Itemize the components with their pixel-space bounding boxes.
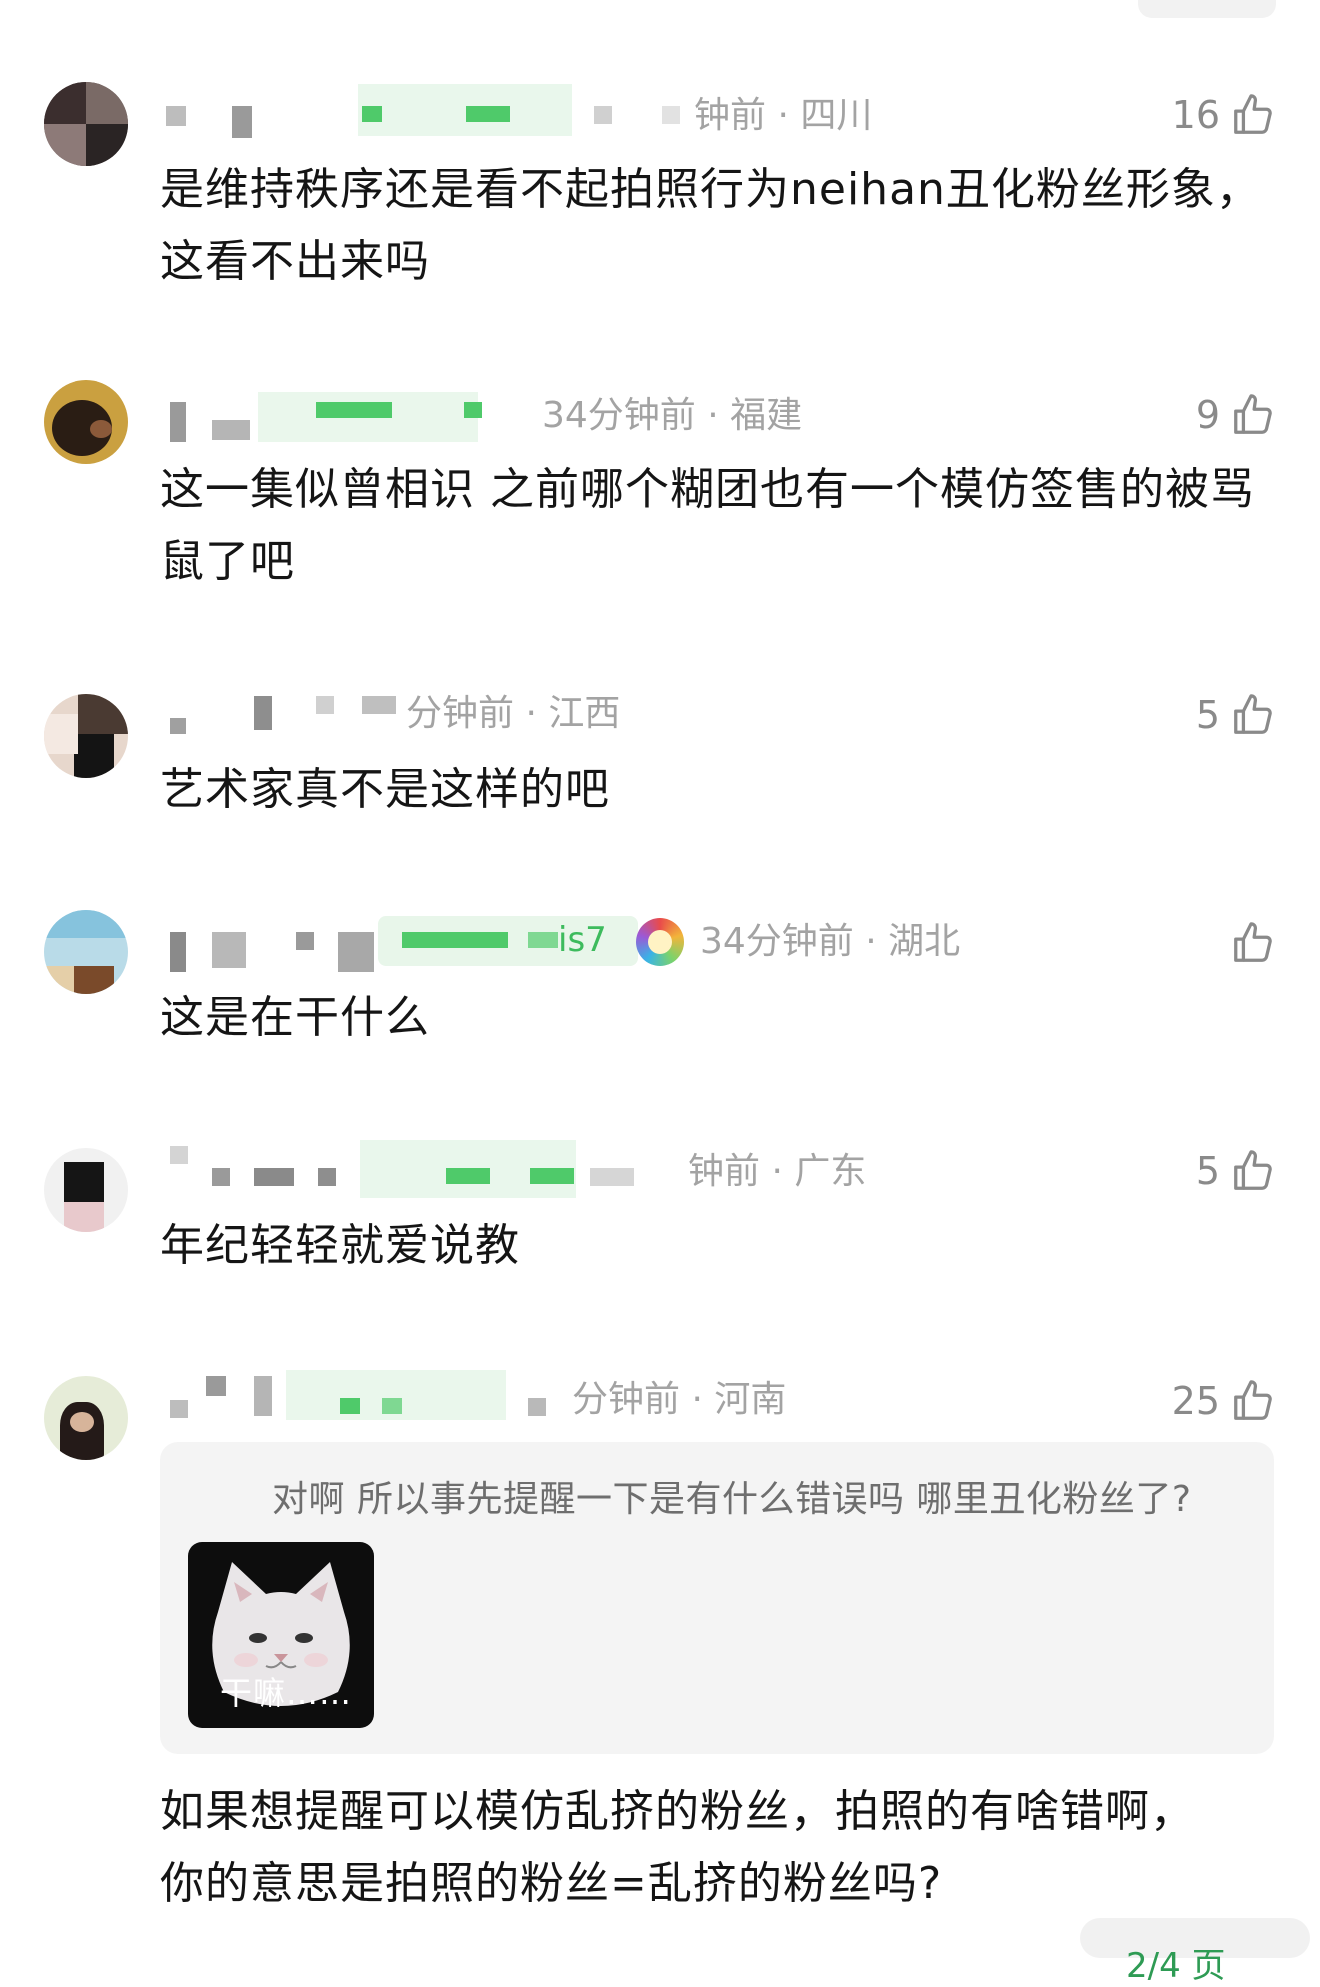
username-suffix: is7: [558, 920, 607, 960]
thumbs-up-icon: [1234, 922, 1272, 962]
like-button[interactable]: 5: [1196, 1146, 1276, 1196]
avatar[interactable]: [44, 1148, 128, 1232]
quoted-text: 对啊 所以事先提醒一下是有什么错误吗 哪里丑化粉丝了?: [272, 1479, 1192, 1520]
comment-text: 艺术家真不是这样的吧: [160, 764, 610, 815]
thumbs-up-icon: [1234, 94, 1272, 134]
username-pixelated[interactable]: is7: [166, 916, 638, 972]
comment-meta: 分钟前 · 江西: [406, 693, 621, 734]
comment-meta: 34分钟前 · 湖北: [700, 921, 961, 962]
like-button[interactable]: 9: [1196, 390, 1276, 440]
thumbs-up-icon: [1234, 394, 1272, 434]
cat-sticker-image[interactable]: 干嘛……: [188, 1542, 374, 1728]
comment-text: 这是在干什么: [160, 992, 430, 1043]
like-button[interactable]: 5: [1196, 690, 1276, 740]
comment-meta: 34分钟前 · 福建: [542, 395, 803, 436]
avatar[interactable]: [44, 910, 128, 994]
like-count: 16: [1171, 93, 1220, 137]
comment-text: 年纪轻轻就爱说教: [160, 1220, 520, 1271]
avatar[interactable]: [44, 380, 128, 464]
thumbs-up-icon: [1234, 1380, 1272, 1420]
comment-meta: 钟前 · 广东: [688, 1151, 867, 1192]
badge-icon: [636, 918, 684, 966]
quoted-reply[interactable]: 对啊 所以事先提醒一下是有什么错误吗 哪里丑化粉丝了? 干嘛……: [160, 1442, 1274, 1754]
avatar[interactable]: [44, 694, 128, 778]
sticker-caption: 干嘛……: [220, 1674, 353, 1712]
username-pixelated[interactable]: [166, 1140, 756, 1198]
like-button[interactable]: [1220, 918, 1276, 968]
comment-text: 这一集似曾相识 之前哪个糊团也有一个模仿签售的被骂鼠了吧: [160, 464, 1255, 587]
avatar[interactable]: [44, 82, 128, 166]
comment-meta: 分钟前 · 河南: [572, 1379, 787, 1420]
thumbs-up-icon: [1234, 694, 1272, 734]
page-indicator[interactable]: 2/4 页: [1126, 1938, 1226, 1987]
comment-text: 如果想提醒可以模仿乱挤的粉丝，拍照的有啥错啊，你的意思是拍照的粉丝=乱挤的粉丝吗…: [160, 1786, 1195, 1909]
comment-text: 是维持秩序还是看不起拍照行为neihan丑化粉丝形象，这看不出来吗: [160, 164, 1261, 287]
like-count: 5: [1195, 693, 1220, 737]
avatar[interactable]: [44, 1376, 128, 1460]
like-button[interactable]: 16: [1172, 90, 1276, 140]
thumbs-up-icon: [1234, 1150, 1272, 1190]
top-pill: [1138, 0, 1276, 18]
comment-meta: 钟前 · 四川: [694, 95, 873, 136]
like-count: 9: [1195, 393, 1220, 437]
like-button[interactable]: 25: [1172, 1376, 1276, 1426]
username-pixelated[interactable]: [166, 84, 686, 144]
like-count: 25: [1171, 1379, 1220, 1423]
like-count: 5: [1195, 1149, 1220, 1193]
